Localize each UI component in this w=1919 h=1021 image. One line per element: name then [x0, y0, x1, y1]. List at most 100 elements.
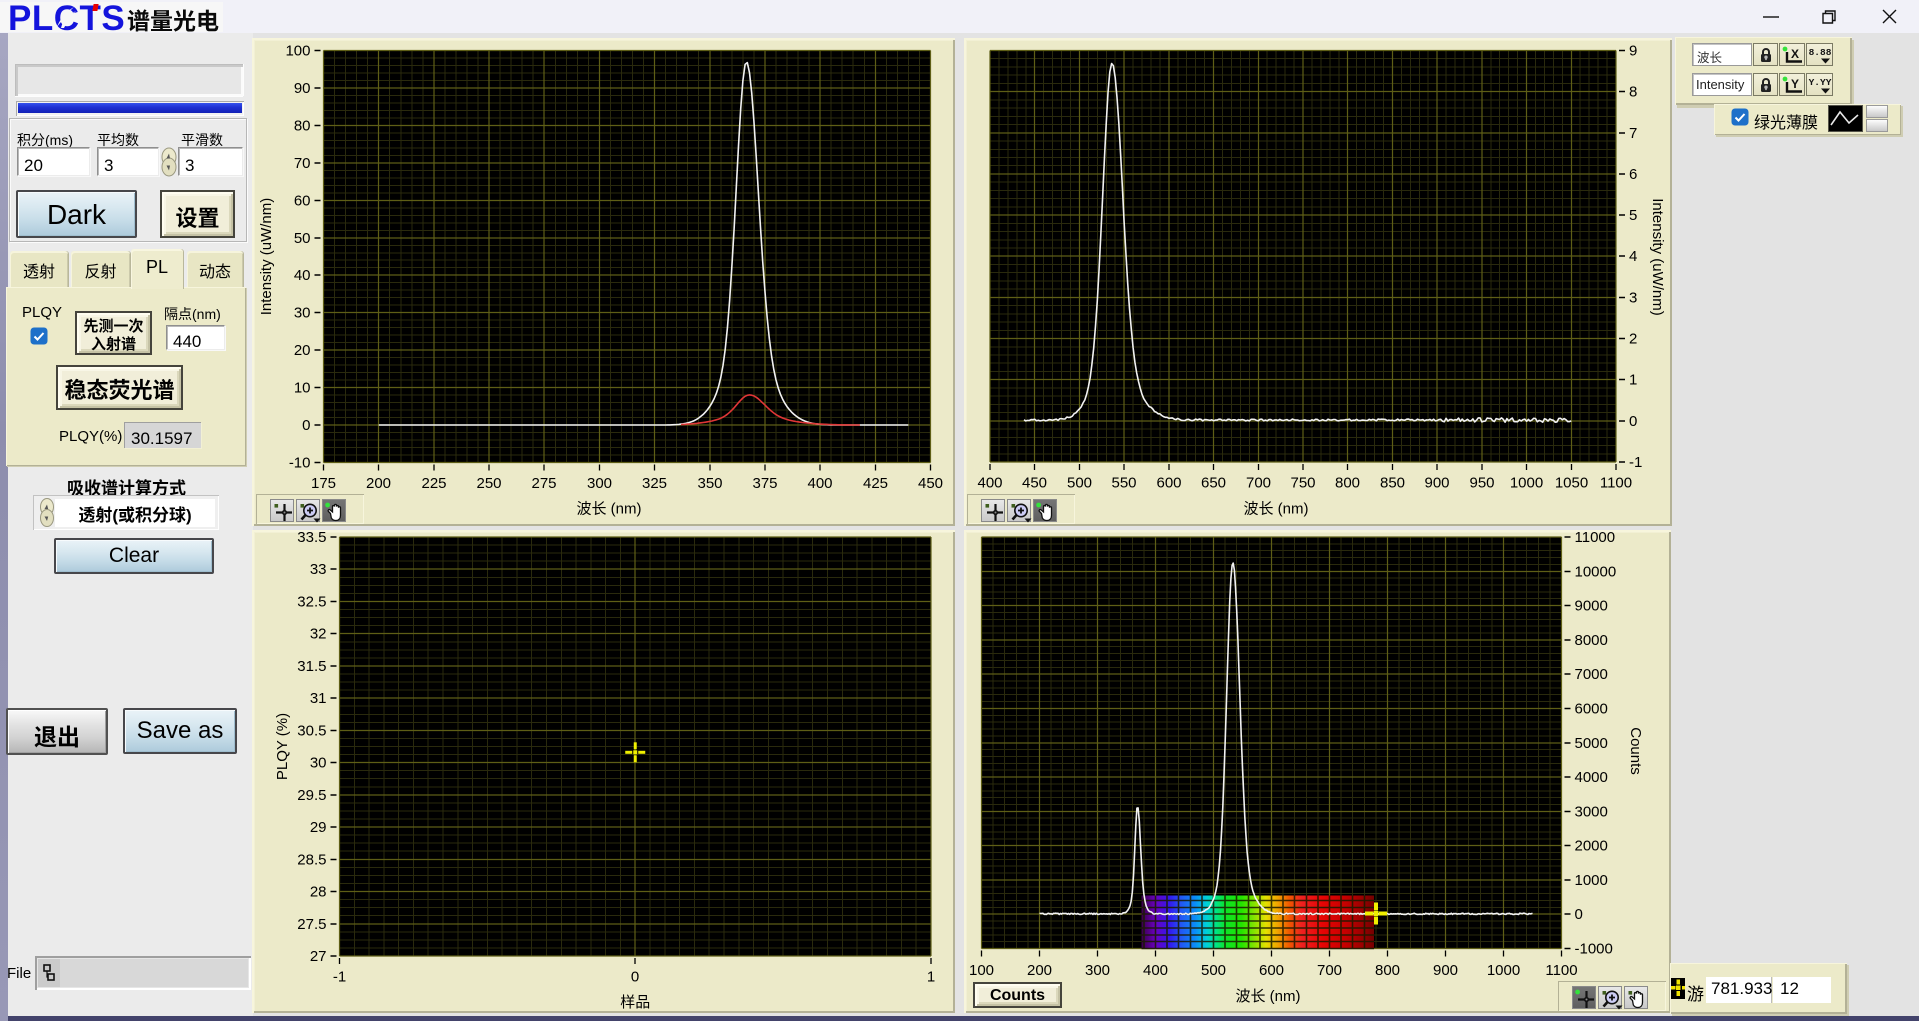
svg-text:10000: 10000 — [1575, 564, 1617, 581]
svg-text:325: 325 — [642, 475, 667, 492]
svg-text:4000: 4000 — [1575, 769, 1608, 786]
svg-text:70: 70 — [294, 155, 311, 172]
svg-text:27.5: 27.5 — [297, 916, 326, 933]
svg-text:600: 600 — [1156, 475, 1181, 492]
svg-text:200: 200 — [366, 475, 391, 492]
svg-text:450: 450 — [918, 475, 943, 492]
svg-text:550: 550 — [1111, 475, 1136, 492]
svg-text:27: 27 — [310, 948, 327, 965]
svg-text:5: 5 — [1629, 207, 1637, 224]
svg-text:225: 225 — [421, 475, 446, 492]
svg-text:1000: 1000 — [1487, 962, 1520, 979]
svg-text:0: 0 — [302, 417, 310, 434]
svg-text:700: 700 — [1317, 962, 1342, 979]
svg-text:1100: 1100 — [1600, 475, 1632, 492]
svg-text:8: 8 — [1629, 84, 1637, 101]
svg-text:32.5: 32.5 — [297, 594, 326, 611]
svg-text:Counts: Counts — [1627, 727, 1644, 775]
svg-text:9000: 9000 — [1575, 598, 1608, 615]
svg-text:60: 60 — [294, 193, 311, 210]
svg-text:-1000: -1000 — [1575, 941, 1613, 958]
svg-text:7000: 7000 — [1575, 666, 1608, 683]
svg-text:10: 10 — [294, 380, 311, 397]
svg-text:28.5: 28.5 — [297, 852, 326, 869]
svg-text:波长 (nm): 波长 (nm) — [1243, 498, 1308, 519]
svg-text:400: 400 — [1143, 962, 1168, 979]
svg-text:950: 950 — [1469, 475, 1494, 492]
svg-text:X: X — [1791, 47, 1799, 61]
svg-text:20: 20 — [294, 342, 311, 359]
svg-text:450: 450 — [1022, 475, 1047, 492]
svg-text:750: 750 — [1290, 475, 1315, 492]
svg-text:1050: 1050 — [1555, 475, 1588, 492]
svg-text:30: 30 — [310, 755, 327, 772]
svg-text:1000: 1000 — [1510, 475, 1543, 492]
svg-text:8.88: 8.88 — [1809, 47, 1832, 58]
svg-text:500: 500 — [1067, 475, 1092, 492]
svg-text:375: 375 — [752, 475, 777, 492]
svg-text:波长 (nm): 波长 (nm) — [576, 498, 641, 519]
svg-text:-1: -1 — [333, 969, 346, 986]
svg-text:波长 (nm): 波长 (nm) — [1235, 985, 1300, 1006]
svg-text:0: 0 — [631, 969, 639, 986]
svg-text:样品: 样品 — [620, 994, 650, 1011]
svg-text:1: 1 — [1629, 372, 1637, 389]
svg-text:400: 400 — [807, 475, 832, 492]
svg-text:300: 300 — [587, 475, 612, 492]
svg-text:28: 28 — [310, 884, 327, 901]
svg-text:800: 800 — [1375, 962, 1400, 979]
svg-text:8000: 8000 — [1575, 632, 1608, 649]
svg-text:Y.YY: Y.YY — [1809, 77, 1832, 88]
svg-text:900: 900 — [1424, 475, 1449, 492]
svg-text:90: 90 — [294, 80, 311, 97]
svg-text:4: 4 — [1629, 248, 1637, 265]
svg-text:900: 900 — [1433, 962, 1458, 979]
svg-text:650: 650 — [1201, 475, 1226, 492]
svg-text:100: 100 — [285, 43, 310, 60]
svg-text:33.5: 33.5 — [297, 529, 326, 546]
svg-text:0: 0 — [1575, 906, 1583, 923]
svg-text:2000: 2000 — [1575, 838, 1608, 855]
svg-text:350: 350 — [697, 475, 722, 492]
svg-text:30: 30 — [294, 305, 311, 322]
svg-text:400: 400 — [977, 475, 1002, 492]
svg-text:33: 33 — [310, 561, 327, 578]
svg-text:5000: 5000 — [1575, 735, 1608, 752]
svg-text:50: 50 — [294, 230, 311, 247]
svg-text:300: 300 — [1085, 962, 1110, 979]
svg-text:100: 100 — [969, 962, 994, 979]
svg-text:6: 6 — [1629, 166, 1637, 183]
svg-text:Intensity (uW/nm): Intensity (uW/nm) — [258, 198, 275, 316]
svg-text:7: 7 — [1629, 125, 1637, 142]
svg-text:700: 700 — [1246, 475, 1271, 492]
svg-text:1000: 1000 — [1575, 872, 1608, 889]
svg-text:175: 175 — [311, 475, 336, 492]
svg-text:11000: 11000 — [1575, 529, 1616, 546]
svg-text:3000: 3000 — [1575, 804, 1608, 821]
svg-text:250: 250 — [476, 475, 501, 492]
svg-text:32: 32 — [310, 626, 327, 643]
svg-text:850: 850 — [1380, 475, 1405, 492]
svg-text:275: 275 — [531, 475, 556, 492]
svg-text:425: 425 — [863, 475, 888, 492]
svg-text:Y: Y — [1791, 77, 1799, 91]
svg-text:29: 29 — [310, 819, 327, 836]
svg-text:-1: -1 — [1629, 454, 1642, 471]
svg-text:6000: 6000 — [1575, 701, 1608, 718]
svg-text:80: 80 — [294, 118, 311, 135]
svg-text:29.5: 29.5 — [297, 787, 326, 804]
svg-text:2: 2 — [1629, 331, 1637, 348]
svg-text:500: 500 — [1201, 962, 1226, 979]
svg-text:-10: -10 — [289, 455, 311, 472]
svg-text:1100: 1100 — [1545, 962, 1577, 979]
svg-text:600: 600 — [1259, 962, 1284, 979]
svg-text:1: 1 — [927, 969, 935, 986]
svg-text:0: 0 — [1629, 413, 1637, 430]
svg-text:31: 31 — [310, 690, 327, 707]
svg-text:PLQY (%): PLQY (%) — [274, 713, 291, 780]
svg-text:Intensity (uW/nm): Intensity (uW/nm) — [1649, 198, 1666, 316]
svg-text:31.5: 31.5 — [297, 658, 326, 675]
svg-text:800: 800 — [1335, 475, 1360, 492]
svg-text:3: 3 — [1629, 290, 1637, 307]
svg-text:9: 9 — [1629, 43, 1637, 60]
